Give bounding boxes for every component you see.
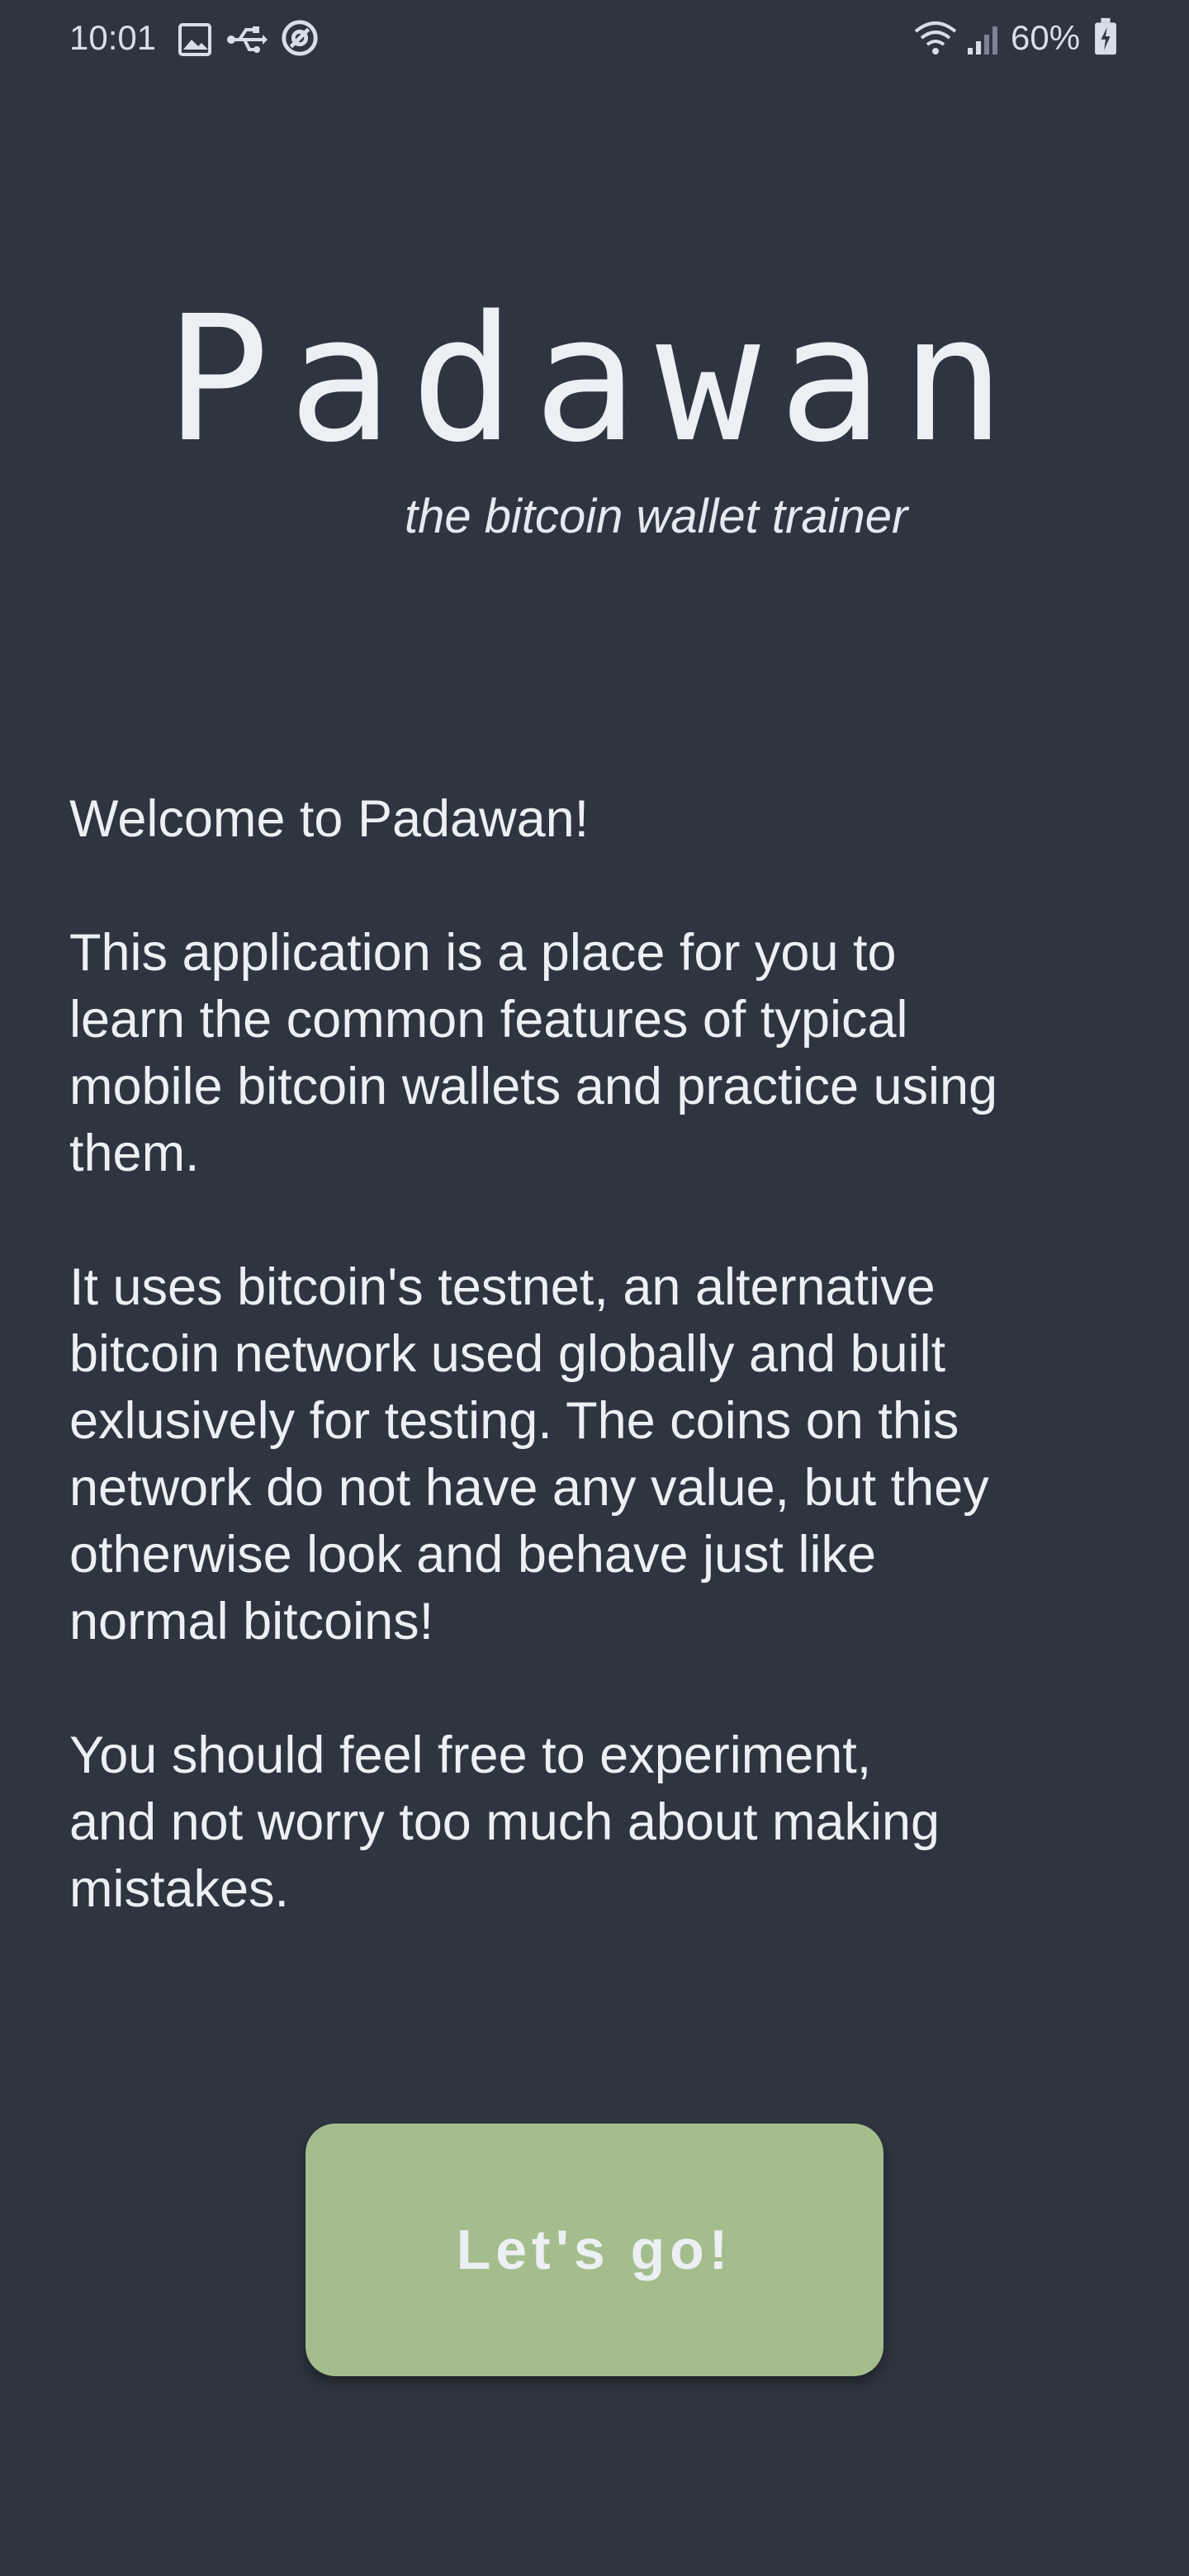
wifi-icon [914, 21, 957, 54]
signal-icon [968, 26, 997, 54]
intro-text: Welcome to Padawan! This application is … [69, 786, 1135, 1990]
battery-icon [1095, 17, 1116, 55]
status-bar: 10:01 60% [0, 0, 1189, 76]
intro-paragraph-experiment: You should feel free to experiment, and … [69, 1726, 940, 1918]
intro-paragraph-testnet: It uses bitcoin's testnet, an alternativ… [69, 1258, 989, 1650]
image-icon [178, 23, 211, 56]
battery-percent: 60% [1011, 18, 1081, 57]
intro-welcome: Welcome to Padawan! [69, 790, 590, 848]
app-subtitle: the bitcoin wallet trainer [405, 490, 908, 543]
status-time: 10:01 [69, 18, 157, 57]
lets-go-label: Let's go! [456, 2218, 733, 2281]
sync-icon [282, 20, 318, 56]
lets-go-button[interactable]: Let's go! [306, 2124, 883, 2376]
app-title: Padawan [165, 278, 1024, 481]
intro-paragraph-purpose: This application is a place for you to l… [69, 924, 998, 1182]
usb-icon [227, 26, 268, 53]
